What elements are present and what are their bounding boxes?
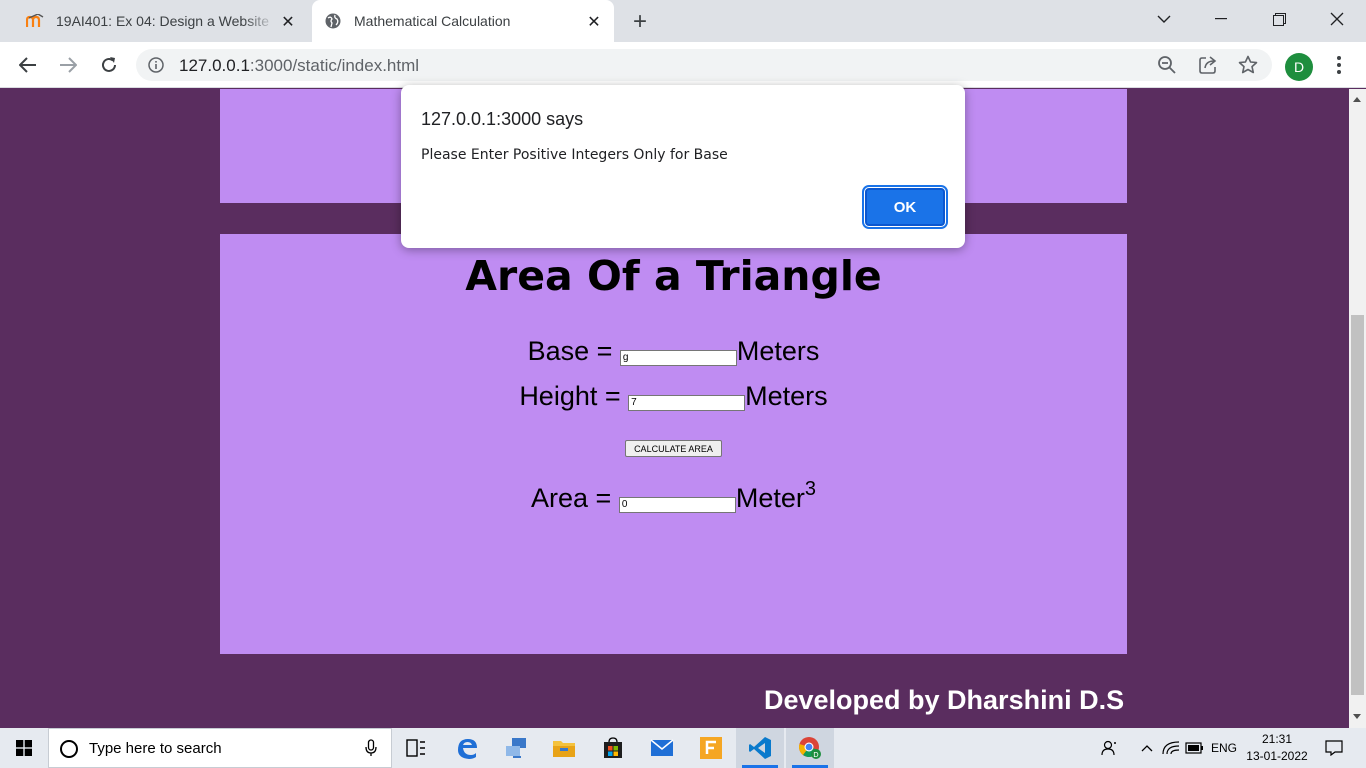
language-indicator[interactable]: ENG [1208, 728, 1240, 768]
microphone-icon[interactable] [365, 739, 377, 761]
close-window-icon[interactable] [1314, 0, 1360, 38]
menu-kebab-icon[interactable] [1323, 49, 1355, 81]
file-explorer-icon[interactable] [540, 728, 588, 768]
url-text[interactable]: 127.0.0.1:3000/static/index.html [179, 56, 419, 76]
alert-dialog: 127.0.0.1:3000 says Please Enter Positiv… [401, 85, 965, 248]
height-label: Height = [519, 381, 621, 411]
developer-credit: Developed by Dharshini D.S [764, 685, 1125, 715]
browser-tab-strip: 19AI401: Ex 04: Design a Website ✕ Mathe… [0, 0, 1366, 42]
tab-moodle[interactable]: 19AI401: Ex 04: Design a Website ✕ [14, 0, 308, 42]
minimize-icon[interactable] [1198, 0, 1244, 38]
url-host: 127.0.0.1 [179, 56, 250, 75]
address-bar[interactable]: 127.0.0.1:3000/static/index.html [136, 49, 1272, 81]
reload-icon[interactable] [93, 49, 125, 81]
f-app-icon[interactable] [687, 728, 735, 768]
base-row: Base = Meters [220, 336, 1127, 367]
store-icon[interactable] [589, 728, 637, 768]
area-output[interactable] [618, 496, 736, 513]
height-unit: Meters [745, 381, 828, 411]
battery-icon[interactable] [1184, 728, 1206, 768]
forward-arrow-icon[interactable] [52, 49, 84, 81]
scroll-up-icon[interactable] [1353, 97, 1361, 102]
back-arrow-icon[interactable] [12, 49, 44, 81]
page-scrollbar[interactable] [1349, 89, 1366, 728]
page-title: Area Of a Triangle [465, 252, 882, 300]
taskbar-search-box[interactable]: Type here to search [48, 728, 392, 768]
edge-icon[interactable] [443, 728, 491, 768]
area-label: Area = [531, 483, 612, 513]
zoom-out-icon[interactable] [1151, 49, 1183, 81]
globe-icon [324, 12, 342, 30]
height-input[interactable] [628, 394, 746, 411]
task-view-icon[interactable] [392, 728, 440, 768]
restore-icon[interactable] [1256, 0, 1302, 38]
close-tab-icon[interactable]: ✕ [582, 9, 606, 33]
cortana-icon [60, 740, 78, 758]
browser-toolbar: 127.0.0.1:3000/static/index.html [0, 42, 1366, 88]
windows-taskbar: Type here to search D ENG 21:31 13-01-20… [0, 728, 1366, 768]
profile-avatar[interactable]: D [1285, 53, 1313, 81]
new-tab-button[interactable]: + [626, 8, 654, 36]
show-hidden-icons-chevron-icon[interactable] [1138, 728, 1156, 768]
search-placeholder: Type here to search [89, 740, 222, 757]
base-input[interactable] [619, 349, 737, 366]
calculator-panel: Area Of a Triangle Base = Meters Height … [220, 234, 1127, 654]
scroll-thumb[interactable] [1351, 315, 1364, 695]
dialog-title: 127.0.0.1:3000 says [421, 109, 584, 129]
close-tab-icon[interactable]: ✕ [276, 9, 300, 33]
base-label: Base = [527, 336, 613, 366]
chrome-icon[interactable]: D [786, 728, 834, 768]
system-clock[interactable]: 21:31 13-01-2022 [1242, 731, 1312, 765]
people-icon[interactable] [1099, 728, 1121, 768]
tab-search-chevron-icon[interactable] [1141, 0, 1187, 38]
network-app-icon[interactable] [492, 728, 540, 768]
clock-date: 13-01-2022 [1246, 749, 1308, 763]
notification-icon[interactable] [1320, 728, 1348, 768]
tab-mathematical-calculation[interactable]: Mathematical Calculation ✕ [312, 0, 614, 42]
ok-button[interactable]: OK [862, 185, 948, 229]
area-row: Area = Meter3 [220, 478, 1127, 514]
moodle-icon [26, 12, 44, 30]
scroll-down-icon[interactable] [1353, 714, 1361, 719]
tab-title: Mathematical Calculation [354, 13, 511, 29]
area-unit: Meter [735, 483, 805, 513]
info-icon[interactable] [148, 57, 164, 73]
mail-icon[interactable] [638, 728, 686, 768]
area-unit-exponent: 3 [804, 478, 816, 500]
url-path: :3000/static/index.html [249, 56, 420, 75]
tab-title: 19AI401: Ex 04: Design a Website [56, 13, 269, 29]
calculate-area-button[interactable]: CALCULATE AREA [625, 440, 722, 457]
height-row: Height = Meters [220, 381, 1127, 412]
svg-text:D: D [813, 751, 818, 759]
share-icon[interactable] [1192, 49, 1224, 81]
base-unit: Meters [736, 336, 820, 366]
dialog-message: Please Enter Positive Integers Only for … [421, 147, 728, 163]
wifi-icon[interactable] [1160, 728, 1182, 768]
clock-time: 21:31 [1261, 732, 1293, 746]
bookmark-star-icon[interactable] [1232, 49, 1264, 81]
windows-start-icon[interactable] [0, 728, 48, 768]
vscode-icon[interactable] [736, 728, 784, 768]
